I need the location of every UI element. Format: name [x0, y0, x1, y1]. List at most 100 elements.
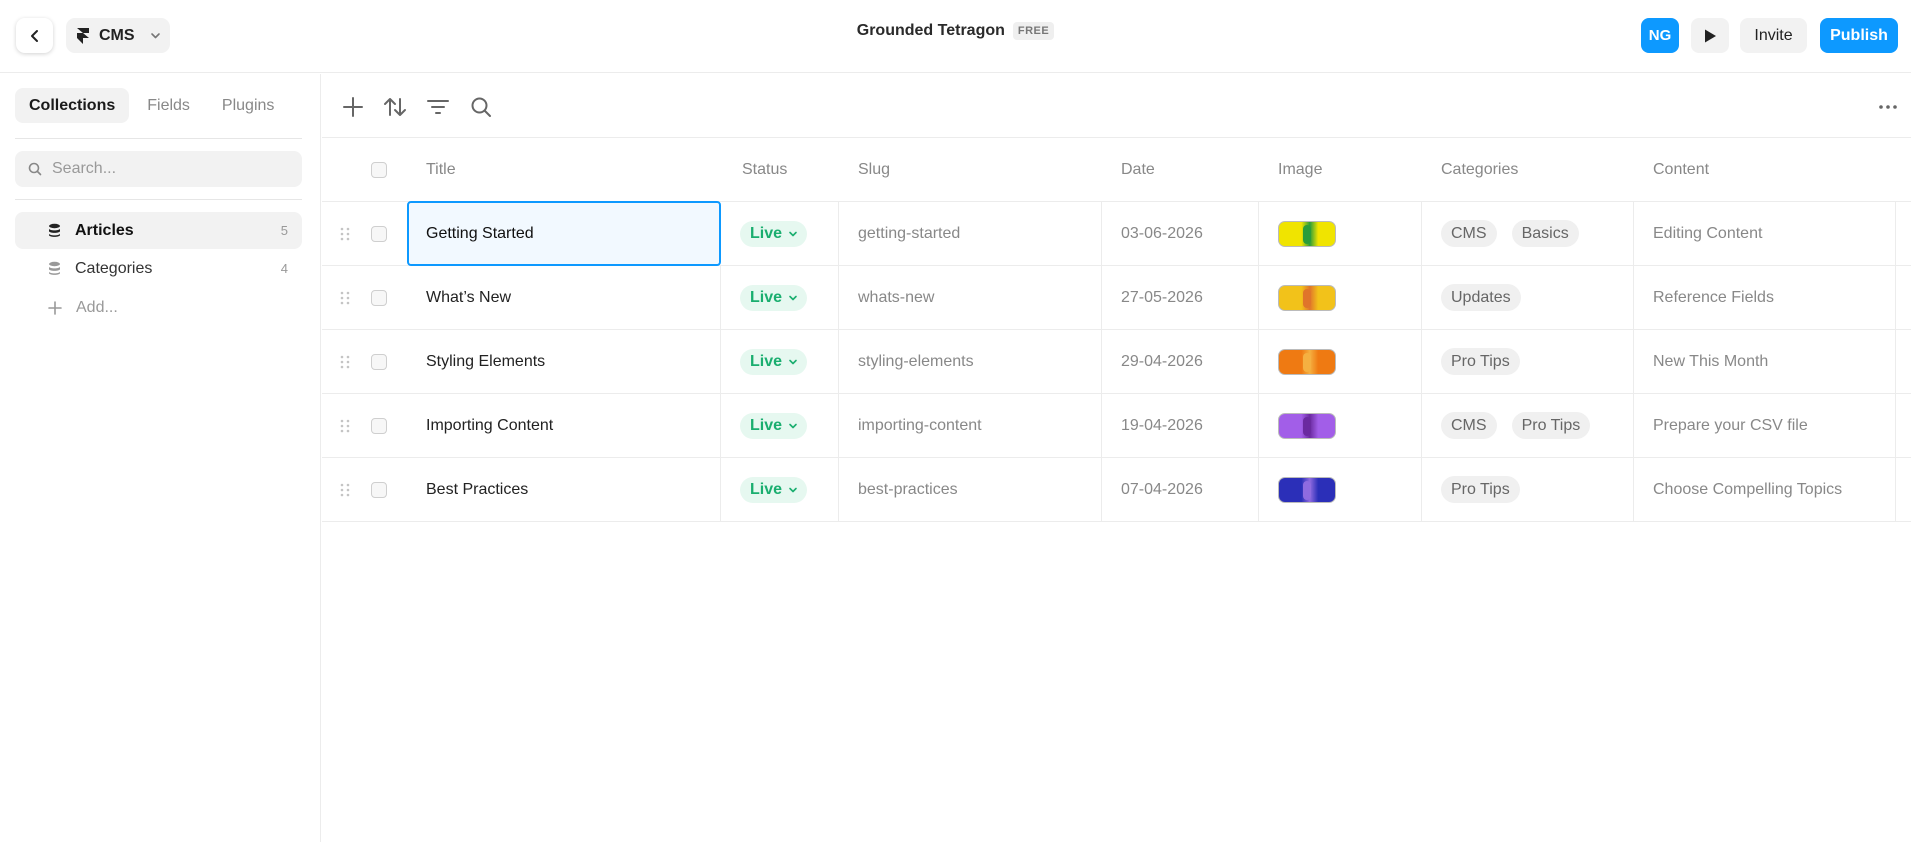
cell-title[interactable]: Getting Started — [407, 201, 721, 266]
cell-slug[interactable]: importing-content — [839, 394, 1102, 457]
column-header-slug[interactable]: Slug — [839, 138, 1102, 202]
select-all-checkbox[interactable] — [371, 162, 387, 178]
cell-content[interactable]: Choose Compelling Topics — [1634, 458, 1896, 521]
cell-categories[interactable]: Updates — [1422, 266, 1634, 329]
cell-title[interactable]: What’s New — [407, 266, 721, 329]
row-checkbox[interactable] — [371, 290, 387, 306]
add-item-button[interactable] — [340, 94, 366, 120]
status-badge[interactable]: Live — [740, 476, 808, 503]
cell-date[interactable]: 03-06-2026 — [1102, 202, 1259, 265]
sort-button[interactable] — [382, 94, 408, 120]
category-tag[interactable]: Pro Tips — [1441, 348, 1520, 375]
project-name[interactable]: Grounded Tetragon — [857, 22, 1005, 40]
status-badge[interactable]: Live — [740, 412, 808, 439]
cell-date[interactable]: 19-04-2026 — [1102, 394, 1259, 457]
cell-image[interactable] — [1259, 458, 1422, 521]
search-input[interactable] — [52, 160, 292, 178]
row-checkbox[interactable] — [371, 354, 387, 370]
item-count: 5 — [280, 223, 288, 238]
cell-content[interactable]: Reference Fields — [1634, 266, 1896, 329]
category-tag[interactable]: CMS — [1441, 412, 1497, 439]
image-thumbnail[interactable] — [1278, 284, 1336, 311]
image-thumbnail[interactable] — [1278, 220, 1336, 247]
cell-slug[interactable]: whats-new — [839, 266, 1102, 329]
cell-image[interactable] — [1259, 330, 1422, 393]
filter-button[interactable] — [425, 94, 451, 120]
cell-date[interactable]: 07-04-2026 — [1102, 458, 1259, 521]
category-tag[interactable]: CMS — [1441, 220, 1497, 247]
image-thumbnail[interactable] — [1278, 476, 1336, 503]
sidebar-item-articles[interactable]: Articles 5 — [15, 212, 302, 249]
cell-content[interactable]: Editing Content — [1634, 202, 1896, 265]
filter-icon — [427, 100, 449, 114]
drag-handle-icon[interactable] — [340, 483, 350, 497]
row-checkbox[interactable] — [371, 482, 387, 498]
cell-status[interactable]: Live — [721, 202, 839, 265]
cell-slug[interactable]: styling-elements — [839, 330, 1102, 393]
cell-title[interactable]: Styling Elements — [407, 330, 721, 393]
user-avatar[interactable]: NG — [1641, 18, 1679, 53]
cell-content[interactable]: Prepare your CSV file — [1634, 394, 1896, 457]
row-checkbox[interactable] — [371, 418, 387, 434]
cell-categories[interactable]: Pro Tips — [1422, 458, 1634, 521]
cell-image[interactable] — [1259, 394, 1422, 457]
row-checkbox[interactable] — [371, 226, 387, 242]
cell-status[interactable]: Live — [721, 330, 839, 393]
top-bar: CMS Grounded Tetragon FREE NG Invite Pub… — [0, 0, 1911, 73]
preview-button[interactable] — [1691, 18, 1729, 53]
cell-date[interactable]: 29-04-2026 — [1102, 330, 1259, 393]
add-collection-button[interactable]: Add... — [15, 293, 302, 323]
thumbnail-subject — [1303, 480, 1311, 500]
sidebar-item-categories[interactable]: Categories 4 — [15, 250, 302, 287]
cell-categories[interactable]: CMS Basics — [1422, 202, 1634, 265]
tab-collections[interactable]: Collections — [15, 88, 130, 123]
tab-plugins[interactable]: Plugins — [208, 88, 288, 123]
cell-image[interactable] — [1259, 202, 1422, 265]
table-row[interactable]: What’s New Live whats-new 27-05-2026 Updates… — [322, 266, 1911, 330]
category-tag[interactable]: Basics — [1511, 220, 1579, 247]
tab-fields[interactable]: Fields — [133, 88, 204, 123]
cell-categories[interactable]: Pro Tips — [1422, 330, 1634, 393]
column-header-categories[interactable]: Categories — [1422, 138, 1634, 202]
table-row[interactable]: Styling Elements Live styling-elements 29-0… — [322, 330, 1911, 394]
category-tag[interactable]: Pro Tips — [1441, 476, 1520, 503]
app-menu-button[interactable]: CMS — [66, 18, 170, 53]
cell-image[interactable] — [1259, 266, 1422, 329]
table-row[interactable]: Importing Content Live importing-content 19… — [322, 394, 1911, 458]
column-header-date[interactable]: Date — [1102, 138, 1259, 202]
sidebar-search[interactable] — [15, 151, 302, 187]
image-thumbnail[interactable] — [1278, 412, 1336, 439]
play-icon — [1705, 29, 1716, 42]
search-button[interactable] — [468, 94, 494, 120]
table-row[interactable]: Getting Started Live getting-started 03-06-… — [322, 201, 1911, 266]
cell-status[interactable]: Live — [721, 266, 839, 329]
cell-title[interactable]: Importing Content — [407, 394, 721, 457]
invite-button[interactable]: Invite — [1740, 18, 1807, 53]
cell-categories[interactable]: CMS Pro Tips — [1422, 394, 1634, 457]
column-header-status[interactable]: Status — [723, 138, 840, 202]
status-badge[interactable]: Live — [740, 284, 808, 311]
drag-handle-icon[interactable] — [340, 227, 350, 241]
drag-handle-icon[interactable] — [340, 291, 350, 305]
category-tag[interactable]: Updates — [1441, 284, 1521, 311]
cell-slug[interactable]: getting-started — [839, 202, 1102, 265]
cell-status[interactable]: Live — [721, 458, 839, 521]
column-header-content[interactable]: Content — [1634, 138, 1896, 202]
cell-status[interactable]: Live — [721, 394, 839, 457]
cell-slug[interactable]: best-practices — [839, 458, 1102, 521]
publish-button[interactable]: Publish — [1820, 18, 1898, 53]
image-thumbnail[interactable] — [1278, 348, 1336, 375]
more-options-button[interactable] — [1874, 98, 1902, 116]
category-tag[interactable]: Pro Tips — [1511, 412, 1591, 439]
cell-content[interactable]: New This Month — [1634, 330, 1896, 393]
status-badge[interactable]: Live — [740, 348, 808, 375]
cell-title[interactable]: Best Practices — [407, 458, 721, 521]
table-row[interactable]: Best Practices Live best-practices 07-04-20… — [322, 458, 1911, 522]
cell-date[interactable]: 27-05-2026 — [1102, 266, 1259, 329]
column-header-image[interactable]: Image — [1259, 138, 1422, 202]
status-badge[interactable]: Live — [740, 220, 808, 247]
back-button[interactable] — [16, 18, 53, 53]
drag-handle-icon[interactable] — [340, 419, 350, 433]
column-header-title[interactable]: Title — [407, 138, 721, 202]
drag-handle-icon[interactable] — [340, 355, 350, 369]
